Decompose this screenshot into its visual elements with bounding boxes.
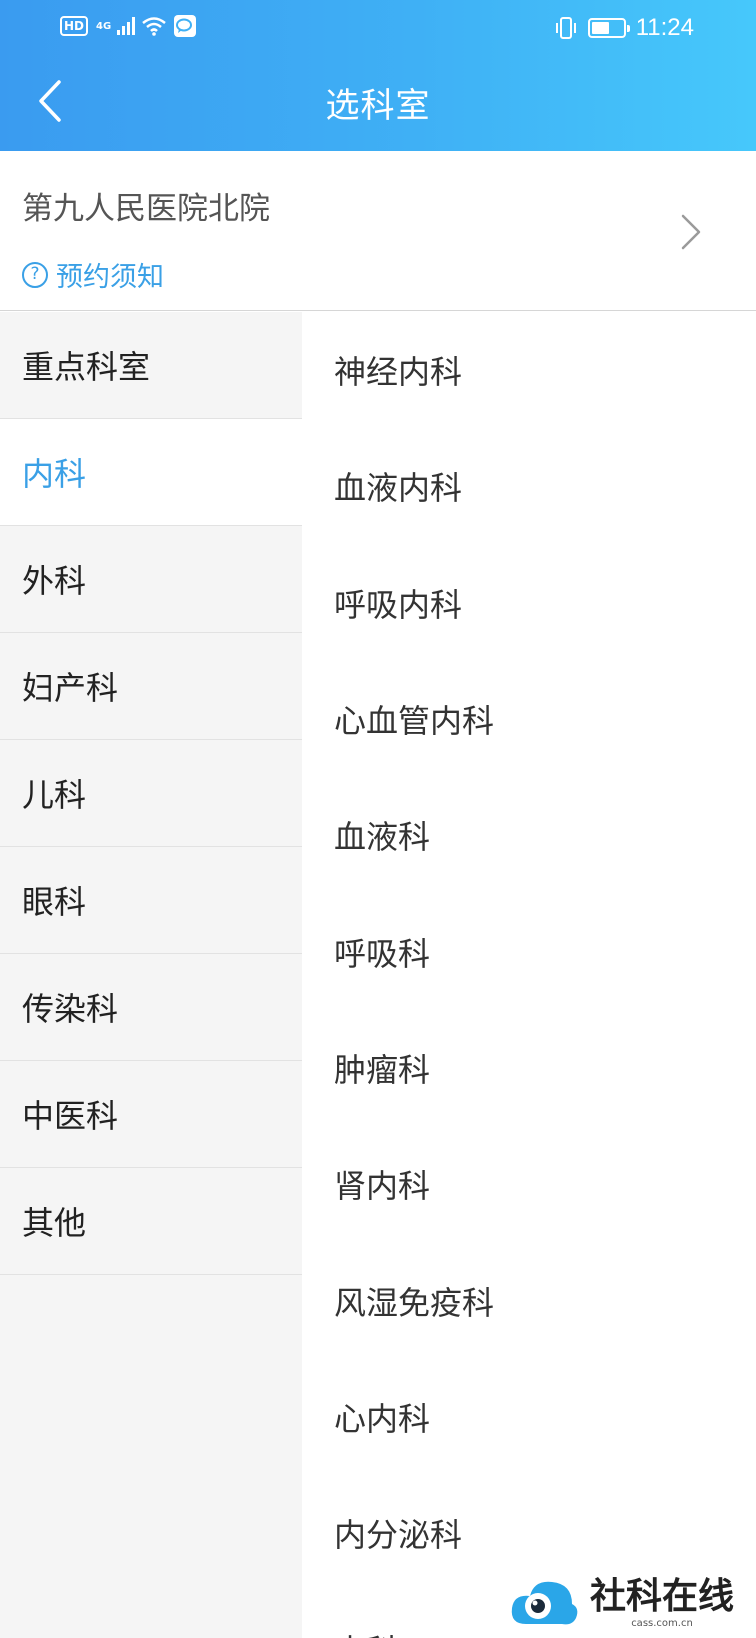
department-item[interactable]: 肿瘤科 bbox=[302, 1010, 756, 1126]
category-item[interactable]: 外科 bbox=[0, 526, 302, 633]
category-list: 重点科室 内科 外科 妇产科 儿科 眼科 传染科 中医科 其他 bbox=[0, 312, 302, 1638]
department-item[interactable]: 风湿免疫科 bbox=[302, 1242, 756, 1358]
department-item[interactable]: 神经内科 bbox=[302, 312, 756, 428]
appointment-notice-label: 预约须知 bbox=[56, 262, 164, 293]
network-type: 4G bbox=[96, 20, 112, 32]
category-item[interactable]: 传染科 bbox=[0, 954, 302, 1061]
message-notification-icon bbox=[173, 14, 197, 38]
watermark-logo: 社科在线 cass.com.cn bbox=[508, 1574, 734, 1632]
cloud-eye-icon bbox=[511, 1581, 578, 1625]
vibrate-icon bbox=[554, 17, 578, 39]
department-item[interactable]: 血液科 bbox=[302, 777, 756, 893]
hospital-name: 第九人民医院北院 bbox=[22, 191, 270, 227]
wifi-icon bbox=[141, 16, 167, 36]
status-time: 11:24 bbox=[635, 14, 694, 41]
category-item[interactable]: 中医科 bbox=[0, 1061, 302, 1168]
appointment-notice-link[interactable]: ? 预约须知 bbox=[22, 255, 164, 294]
hd-badge: HD bbox=[60, 16, 89, 36]
chevron-right-icon bbox=[681, 214, 701, 250]
department-item[interactable]: 心血管内科 bbox=[302, 661, 756, 777]
signal-icon bbox=[117, 17, 136, 35]
category-item[interactable]: 内科 bbox=[0, 419, 302, 526]
department-list: 神经内科 血液内科 呼吸内科 心血管内科 血液科 呼吸科 肿瘤科 肾内科 风湿免疫科 心内科 内分泌… bbox=[302, 312, 756, 1638]
category-item[interactable]: 重点科室 bbox=[0, 312, 302, 419]
watermark-text: 社科在线 bbox=[589, 1574, 734, 1617]
question-icon: ? bbox=[22, 261, 48, 288]
department-item[interactable]: 呼吸内科 bbox=[302, 545, 756, 661]
hospital-selector[interactable]: 第九人民医院北院 ? 预约须知 bbox=[0, 151, 756, 311]
watermark-sub: cass.com.cn bbox=[631, 1617, 693, 1629]
department-item[interactable]: 心内科 bbox=[302, 1359, 756, 1475]
department-item[interactable]: 肾内科 bbox=[302, 1126, 756, 1242]
page-title: 选科室 bbox=[325, 86, 431, 126]
battery-icon bbox=[587, 18, 630, 38]
category-item[interactable]: 其他 bbox=[0, 1168, 302, 1275]
app-header: HD 4G 11:24 选科室 bbox=[0, 0, 756, 151]
status-bar: HD 4G 11:24 bbox=[0, 0, 756, 56]
department-item[interactable]: 呼吸科 bbox=[302, 893, 756, 1009]
category-item[interactable]: 妇产科 bbox=[0, 633, 302, 740]
category-item[interactable]: 眼科 bbox=[0, 847, 302, 954]
department-item[interactable]: 血液内科 bbox=[302, 428, 756, 544]
category-item[interactable]: 儿科 bbox=[0, 740, 302, 847]
